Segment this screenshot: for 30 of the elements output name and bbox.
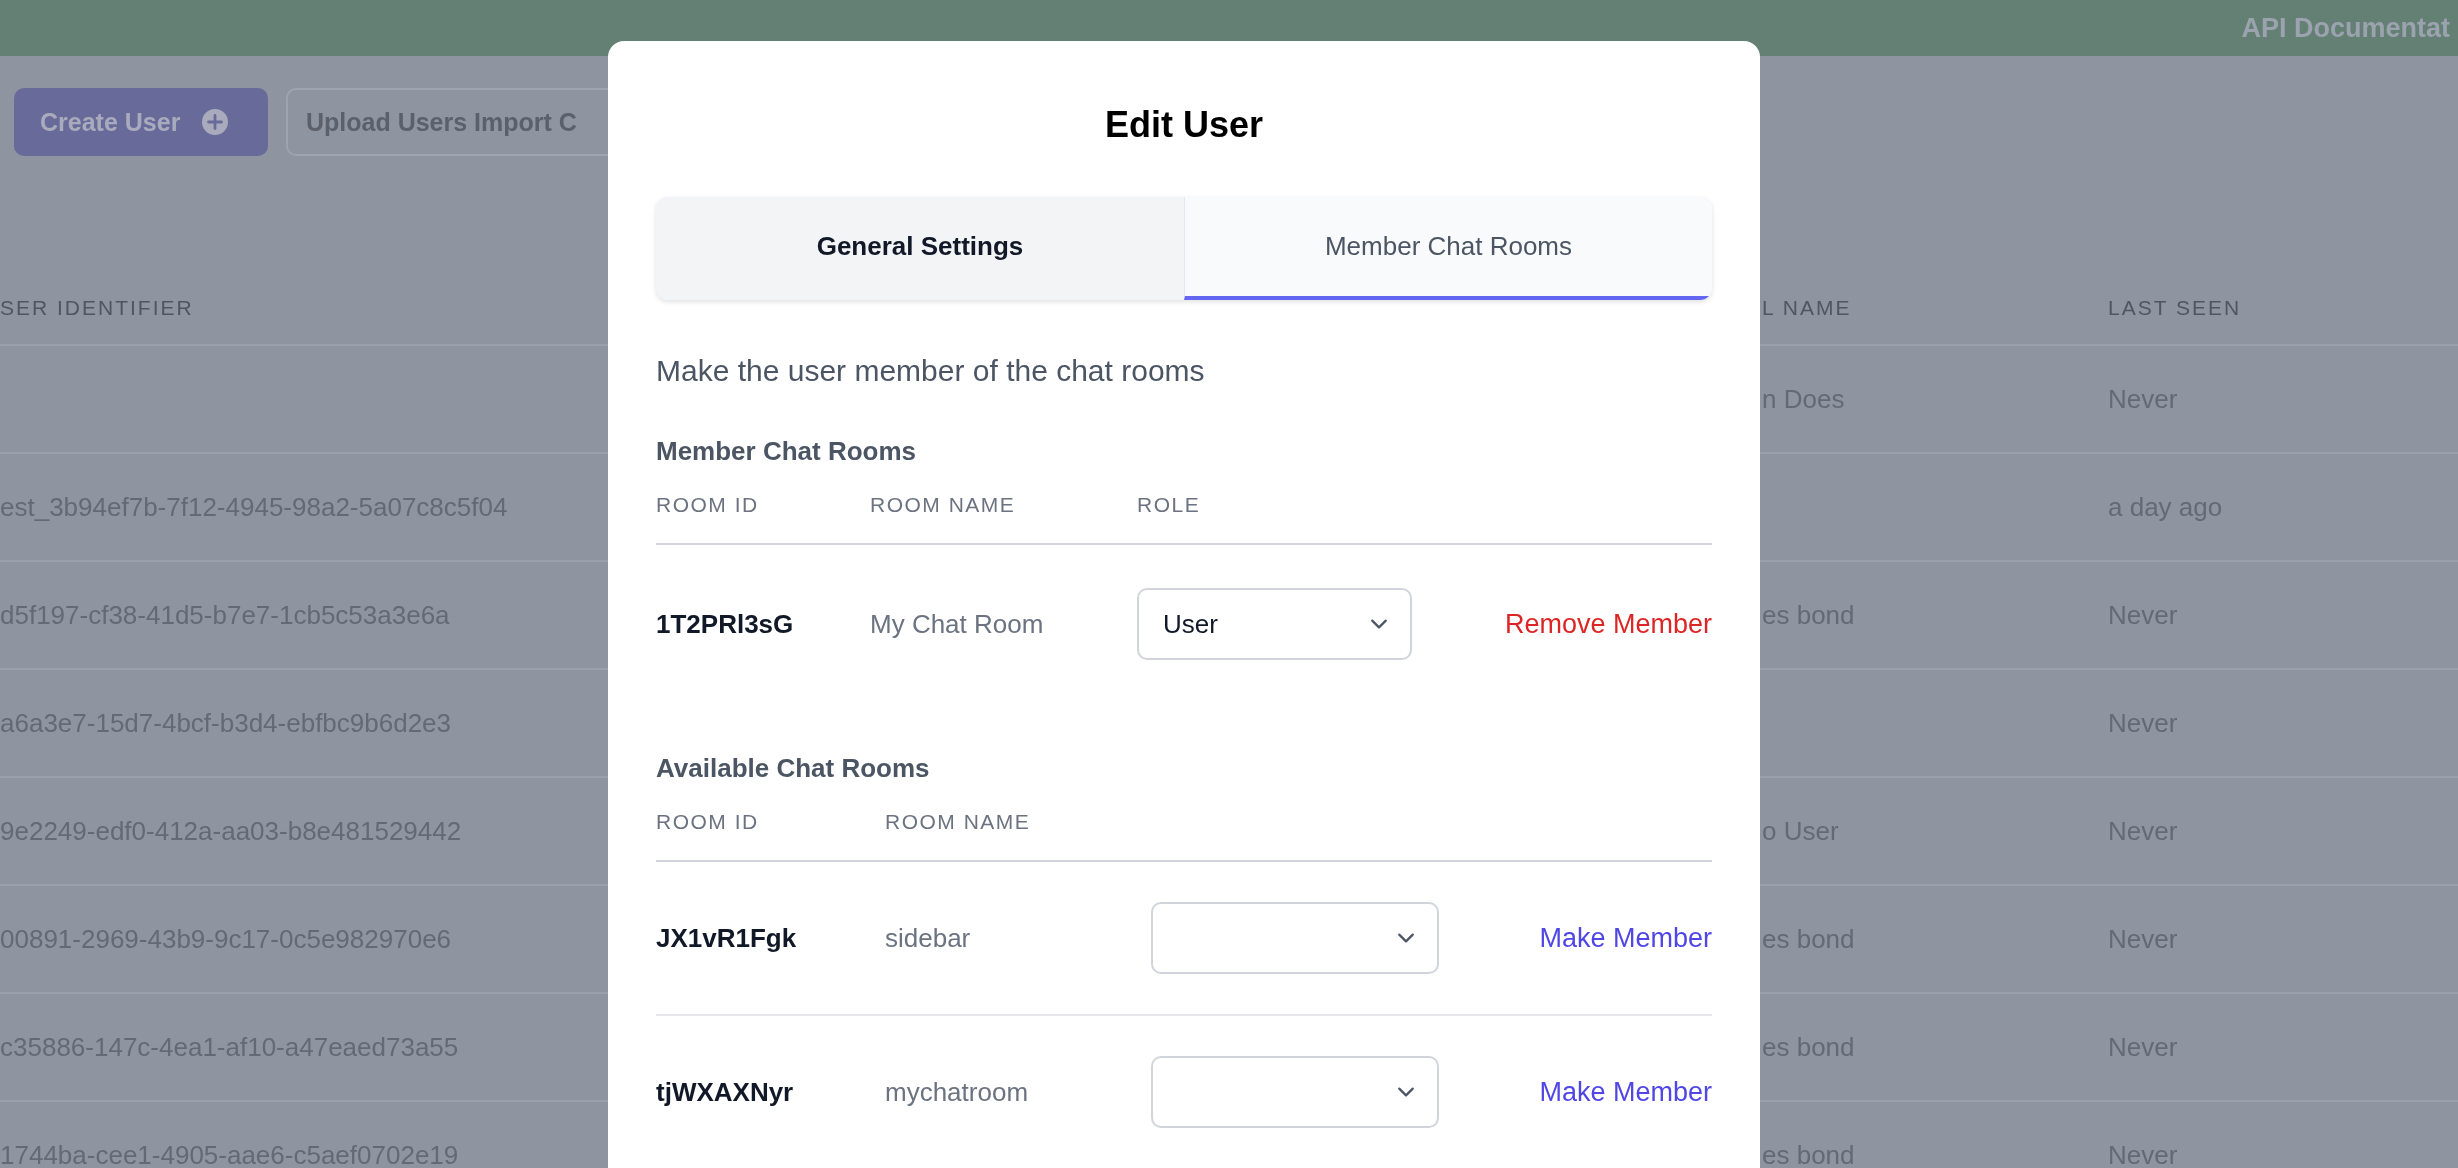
description-text: Make the user member of the chat rooms	[656, 354, 1206, 388]
chevron-down-icon	[1397, 932, 1415, 944]
make-member-link[interactable]: Make Member	[1539, 1076, 1712, 1108]
section-heading: Member Chat Rooms	[656, 436, 918, 467]
room-name: mychatroom	[885, 1076, 1030, 1108]
room-id: 1T2PRl3sG	[656, 608, 795, 640]
column-header: ROOM NAME	[885, 810, 1032, 834]
tab[interactable]: Member Chat Rooms	[1184, 197, 1712, 300]
room-name: My Chat Room	[870, 608, 1045, 640]
column-header: ROOM ID	[656, 810, 760, 834]
column-header: ROOM ID	[656, 493, 760, 517]
tab[interactable]: General Settings	[656, 197, 1184, 300]
room-id: JX1vR1Fgk	[656, 922, 798, 954]
role-select[interactable]: User	[1137, 588, 1412, 660]
chevron-down-icon	[1397, 1086, 1415, 1098]
room-id: tjWXAXNyr	[656, 1076, 795, 1108]
column-header: LAST SEEN	[2108, 296, 2243, 320]
column-header: ROOM NAME	[870, 493, 1017, 517]
chevron-down-icon	[1370, 618, 1388, 630]
role-select[interactable]	[1151, 902, 1439, 974]
make-member-link[interactable]: Make Member	[1539, 922, 1712, 954]
column-header: L NAME	[1762, 296, 1853, 320]
room-name: sidebar	[885, 922, 972, 954]
column-header: SER IDENTIFIER	[0, 296, 195, 320]
section-heading: Available Chat Rooms	[656, 753, 931, 784]
role-select[interactable]	[1151, 1056, 1439, 1128]
remove-member-link[interactable]: Remove Member	[1504, 608, 1712, 640]
column-header: ROLE	[1137, 493, 1202, 517]
plus-circle-icon	[202, 109, 229, 135]
dialog-title: Edit User	[1103, 107, 1264, 143]
